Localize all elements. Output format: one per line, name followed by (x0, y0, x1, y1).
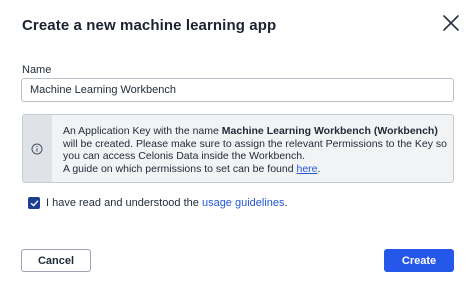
checkmark-icon (30, 199, 39, 208)
agreement-row: I have read and understood the usage gui… (28, 196, 288, 210)
info-guide-end: . (317, 162, 321, 175)
info-guide-text: A guide on which permissions to set can … (63, 162, 297, 175)
agreement-checkbox[interactable] (28, 197, 40, 209)
name-label: Name (22, 64, 52, 76)
dialog-title: Create a new machine learning app (22, 17, 277, 34)
info-key-name: Machine Learning Workbench (Workbench) (221, 125, 438, 137)
guide-link[interactable]: here (296, 163, 317, 175)
usage-guidelines-link[interactable]: usage guidelines (202, 197, 285, 209)
create-app-dialog: Create a new machine learning app Name A… (0, 0, 474, 293)
name-input[interactable] (21, 78, 454, 102)
agreement-text: I have read and understood the usage gui… (46, 197, 288, 209)
agreement-end: . (284, 197, 288, 209)
close-icon[interactable] (440, 12, 462, 34)
close-button[interactable] (440, 12, 462, 34)
info-box: An Application Key with the name Machine… (22, 114, 454, 183)
create-button[interactable]: Create (384, 249, 454, 272)
info-icon (31, 143, 43, 155)
agreement-label: I have read and understood the (46, 197, 202, 209)
info-text: An Application Key with the name Machine… (63, 125, 449, 175)
info-text-after: will be created. Please make sure to ass… (63, 137, 448, 163)
info-text-before: An Application Key with the name (63, 125, 222, 137)
cancel-button[interactable]: Cancel (21, 249, 91, 272)
